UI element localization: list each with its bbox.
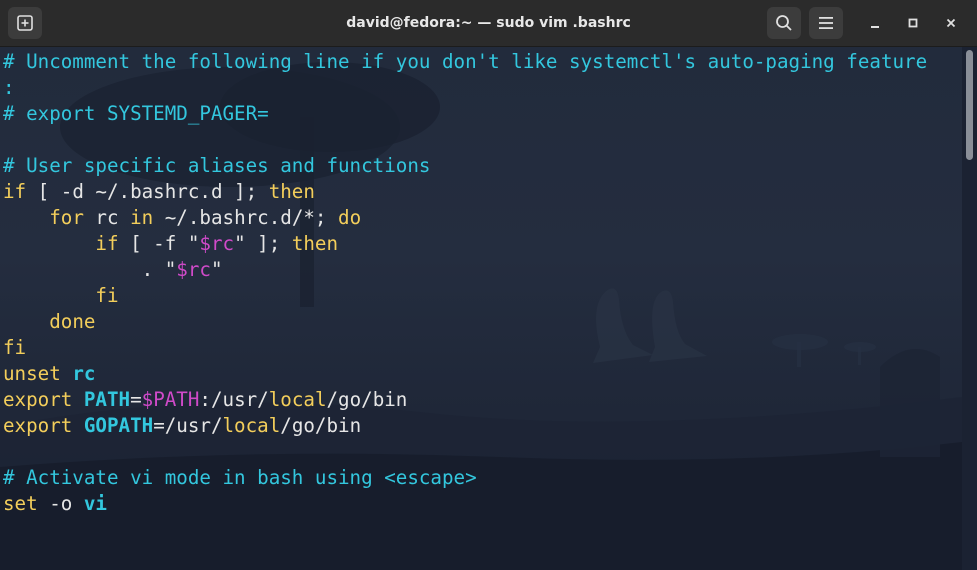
code-token: # export SYSTEMD_PAGER= <box>3 102 269 125</box>
minimize-icon <box>870 18 880 28</box>
code-token: =/usr/ <box>153 414 223 437</box>
code-line: fi <box>3 335 927 361</box>
code-token: for <box>49 206 84 229</box>
scrollbar-thumb[interactable] <box>966 50 973 160</box>
code-token: export <box>3 414 73 437</box>
minimize-button[interactable] <box>861 9 889 37</box>
code-line: # User specific aliases and functions <box>3 153 927 179</box>
code-line: for rc in ~/.bashrc.d/*; do <box>3 205 927 231</box>
code-token: if <box>95 232 119 255</box>
code-line: # export SYSTEMD_PAGER= <box>3 101 927 127</box>
editor-buffer[interactable]: # Uncomment the following line if you do… <box>3 49 927 517</box>
code-line: export PATH=$PATH:/usr/local/go/bin <box>3 387 927 413</box>
code-token: # Uncomment the following line if you do… <box>3 50 928 73</box>
code-token: ~/.bashrc.d/*; <box>153 206 339 229</box>
terminal-window: david@fedora:~ — sudo vim .bashrc # Unco… <box>0 0 977 570</box>
code-token: # Activate vi mode in bash using <escape… <box>3 466 477 489</box>
code-line: # Uncomment the following line if you do… <box>3 49 927 75</box>
code-line: fi <box>3 283 927 309</box>
code-token: done <box>49 310 96 333</box>
code-token: then <box>291 232 339 255</box>
code-token: export <box>3 388 73 411</box>
maximize-button[interactable] <box>899 9 927 37</box>
code-token: rc <box>72 362 96 385</box>
code-token: /go/bin <box>280 414 362 437</box>
hamburger-menu-icon <box>818 16 834 30</box>
code-token: then <box>268 180 315 203</box>
code-token: " ]; <box>234 232 292 255</box>
code-line: . "$rc" <box>3 257 927 283</box>
code-token: -o <box>37 492 84 515</box>
search-icon <box>775 14 793 32</box>
code-line: set -o vi <box>3 491 927 517</box>
code-line: if [ -f "$rc" ]; then <box>3 231 927 257</box>
code-token: rc <box>83 206 131 229</box>
menu-button[interactable] <box>809 7 843 39</box>
code-line: unset rc <box>3 361 927 387</box>
code-token: fi <box>95 284 119 307</box>
code-line: done <box>3 309 927 335</box>
code-token: GOPATH <box>83 414 154 437</box>
code-token: # User specific aliases and functions <box>3 154 431 177</box>
code-line: # Activate vi mode in bash using <escape… <box>3 465 927 491</box>
terminal-view[interactable]: # Uncomment the following line if you do… <box>0 47 962 570</box>
code-line: : <box>3 75 927 101</box>
close-button[interactable] <box>937 9 965 37</box>
code-token: local <box>268 388 327 411</box>
close-icon <box>946 18 956 28</box>
maximize-icon <box>908 18 918 28</box>
code-token: . " <box>3 258 177 281</box>
code-token: local <box>222 414 281 437</box>
code-token: vi <box>83 492 107 515</box>
code-token: if <box>3 180 27 203</box>
code-token: " <box>210 258 223 281</box>
code-line: if [ -d ~/.bashrc.d ]; then <box>3 179 927 205</box>
code-token: PATH <box>83 388 131 411</box>
code-token: [ -f " <box>118 232 200 255</box>
search-button[interactable] <box>767 7 801 39</box>
code-token: :/usr/ <box>199 388 269 411</box>
code-token: $rc <box>199 232 235 255</box>
code-token: set <box>3 492 38 515</box>
code-token: : <box>3 76 15 99</box>
code-token: unset <box>3 362 61 385</box>
code-token: in <box>130 206 154 229</box>
code-token: do <box>338 206 362 229</box>
code-token: = <box>130 388 142 411</box>
code-token: /go/bin <box>326 388 408 411</box>
code-token: [ -d ~/.bashrc.d ]; <box>26 180 269 203</box>
code-line: export GOPATH=/usr/local/go/bin <box>3 413 927 439</box>
code-token: $PATH <box>141 388 200 411</box>
code-token: $rc <box>176 258 211 281</box>
title-bar: david@fedora:~ — sudo vim .bashrc <box>0 0 977 47</box>
code-token: fi <box>3 336 27 359</box>
